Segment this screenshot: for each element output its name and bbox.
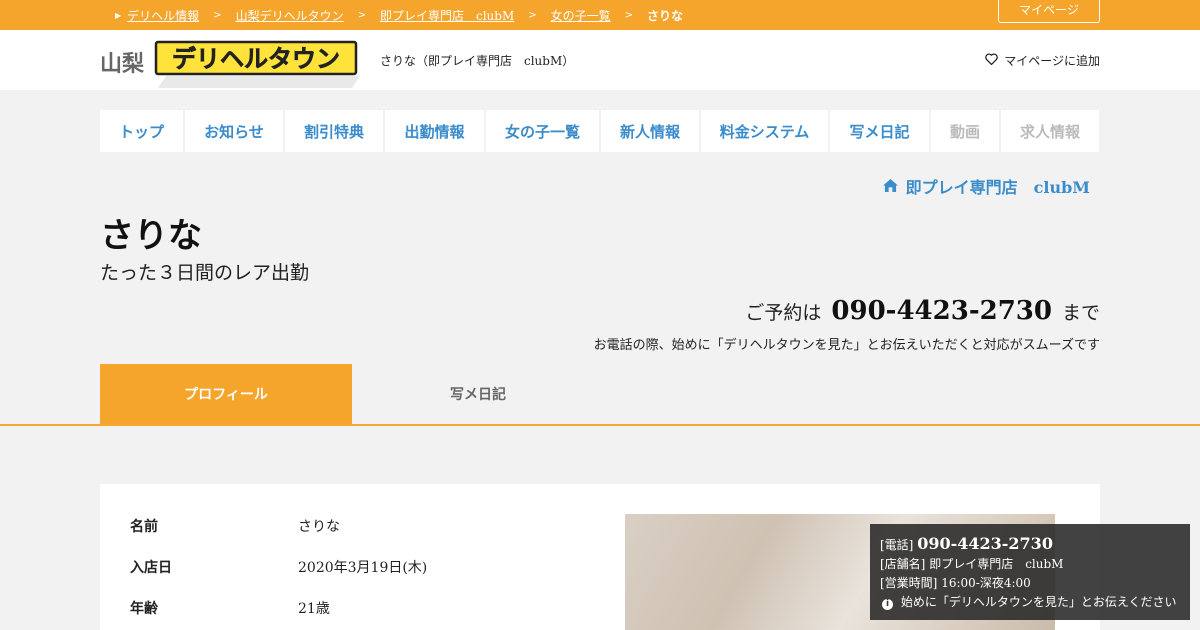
shop-title: さりな（即プレイ専門店 clubM）	[380, 54, 575, 68]
nav-photo-diary[interactable]: 写メ日記	[830, 110, 929, 152]
nav-girl-list[interactable]: 女の子一覧	[486, 110, 599, 152]
infobox-tel[interactable]: 090-4423-2730	[917, 534, 1053, 553]
shop-home-link[interactable]: 即プレイ専門店 clubM	[882, 174, 1090, 198]
nav-video: 動画	[931, 110, 999, 152]
infobox-shop-label: [店舗名]	[880, 557, 926, 571]
breadcrumb-current: さりな	[647, 8, 684, 23]
breadcrumb: ▶ デリヘル情報 > 山梨デリヘルタウン > 即プレイ専門店 clubM > 女…	[115, 0, 683, 30]
nav-price-system[interactable]: 料金システム	[701, 110, 828, 152]
shop-home-label: 即プレイ専門店 clubM	[905, 178, 1090, 197]
breadcrumb-item-yamanashi[interactable]: 山梨デリヘルタウン	[236, 7, 344, 24]
profile-label-join-date: 入店日	[130, 560, 172, 576]
reservation-notice: お電話の際、始めに「デリヘルタウンを見た」とお伝えいただくと対応がスムーズです	[593, 338, 1100, 353]
reservation-line: ご予約は 090-4423-2730 まで	[745, 296, 1100, 326]
breadcrumb-separator: >	[357, 9, 366, 21]
girl-name: さりな	[100, 216, 202, 256]
infobox-hours: 16:00-深夜4:00	[941, 576, 1031, 590]
profile-tabs: プロフィール 写メ日記	[0, 364, 1200, 426]
infobox-hours-label: [営業時間]	[880, 576, 938, 590]
tab-photo-diary[interactable]: 写メ日記	[352, 364, 604, 424]
nav-top[interactable]: トップ	[100, 110, 183, 152]
infobox-note: 始めに「デリヘルタウンを見た」とお伝えください	[900, 595, 1177, 609]
infobox-shop: 即プレイ専門店 clubM	[929, 557, 1064, 571]
infobox-note-line: i 始めに「デリヘルタウンを見た」とお伝えください	[880, 593, 1180, 612]
main-nav: トップ お知らせ 割引特典 出勤情報 女の子一覧 新人情報 料金システム 写メ日…	[100, 110, 1099, 152]
logo-text: デリヘルタウン	[172, 45, 340, 73]
reservation-prefix: ご予約は	[745, 302, 822, 324]
infobox-hours-line: [営業時間] 16:00-深夜4:00	[880, 574, 1180, 593]
infobox-tel-line: [電話] 090-4423-2730	[880, 534, 1180, 555]
site-header: 山梨 デリヘルタウン さりな（即プレイ専門店 clubM） マイページに追加	[0, 30, 1200, 90]
mypage-button[interactable]: マイページ	[998, 0, 1100, 23]
profile-value-name: さりな	[298, 519, 340, 535]
breadcrumb-separator: >	[213, 9, 222, 21]
infobox-tel-label: [電話]	[880, 538, 914, 552]
nav-newcomers[interactable]: 新人情報	[601, 110, 699, 152]
logo-region-text[interactable]: 山梨	[100, 46, 144, 78]
profile-row: 入店日 2020年3月19日(木)	[130, 557, 427, 577]
breadcrumb-item-girl-list[interactable]: 女の子一覧	[551, 7, 611, 24]
nav-news[interactable]: お知らせ	[185, 110, 283, 152]
profile-value-join-date: 2020年3月19日(木)	[298, 560, 428, 576]
breadcrumb-item-deliheal-info[interactable]: デリヘル情報	[127, 7, 199, 24]
nav-schedule[interactable]: 出勤情報	[385, 110, 484, 152]
reservation-phone[interactable]: 090-4423-2730	[831, 296, 1052, 326]
breadcrumb-item-shop[interactable]: 即プレイ専門店 clubM	[380, 7, 514, 24]
nav-recruit: 求人情報	[1001, 110, 1099, 152]
profile-label-name: 名前	[130, 519, 158, 535]
add-to-mypage-label: マイページに追加	[1004, 54, 1100, 68]
profile-row: 年齢 21歳	[130, 598, 330, 618]
breadcrumb-separator: >	[624, 9, 634, 21]
triangle-right-icon: ▶	[115, 10, 122, 20]
breadcrumb-separator: >	[528, 9, 537, 21]
info-circle-icon: i	[882, 599, 893, 610]
profile-value-age: 21歳	[298, 601, 330, 617]
home-icon	[882, 177, 898, 196]
heart-outline-icon	[985, 53, 999, 68]
tab-profile[interactable]: プロフィール	[100, 364, 352, 424]
profile-label-age: 年齢	[130, 601, 158, 617]
profile-row: 名前 さりな	[130, 516, 340, 536]
reservation-suffix: まで	[1061, 302, 1100, 324]
girl-catchphrase: たった３日間のレア出勤	[100, 262, 310, 284]
infobox-shop-line: [店舗名] 即プレイ専門店 clubM	[880, 555, 1180, 574]
site-logo[interactable]: デリヘルタウン	[152, 38, 362, 90]
contact-info-box: [電話] 090-4423-2730 [店舗名] 即プレイ専門店 clubM […	[870, 524, 1190, 620]
breadcrumb-bar: ▶ デリヘル情報 > 山梨デリヘルタウン > 即プレイ専門店 clubM > 女…	[0, 0, 1200, 30]
nav-discount[interactable]: 割引特典	[285, 110, 383, 152]
add-to-mypage-link[interactable]: マイページに追加	[985, 52, 1100, 69]
